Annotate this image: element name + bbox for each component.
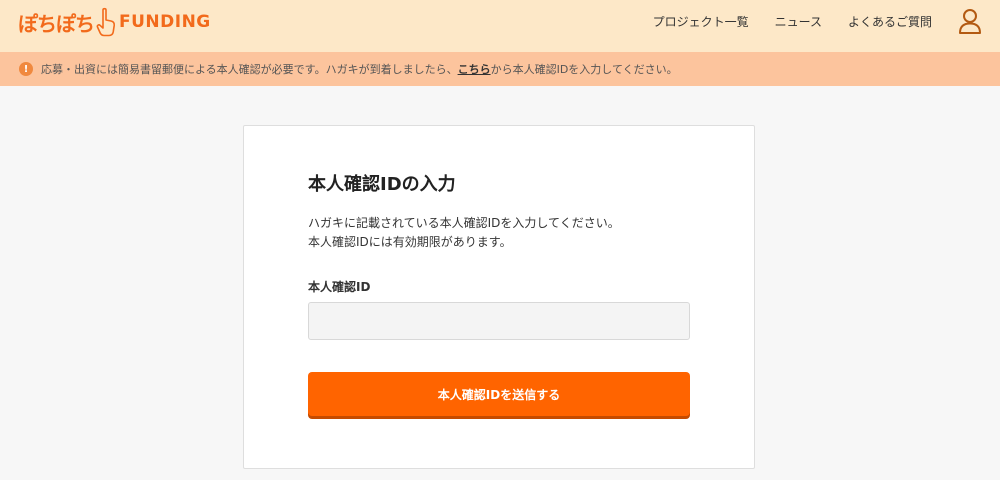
description-line-2: 本人確認IDには有効期限があります。	[308, 235, 512, 249]
page-title: 本人確認IDの入力	[308, 174, 456, 195]
info-icon: !	[19, 62, 33, 76]
verification-notice: ! 応募・出資には簡易書留郵便による本人確認が必要です。ハガキが到着しましたら、…	[0, 52, 1000, 86]
user-icon[interactable]	[958, 8, 982, 34]
description-line-1: ハガキに記載されている本人確認IDを入力してください。	[308, 216, 620, 230]
logo-text-en: FUNDING	[119, 12, 211, 32]
verification-card: 本人確認IDの入力 ハガキに記載されている本人確認IDを入力してください。 本人…	[243, 125, 755, 469]
site-logo[interactable]: ぽちぽち FUNDING	[18, 6, 211, 38]
form-description: ハガキに記載されている本人確認IDを入力してください。 本人確認IDには有効期限…	[308, 214, 620, 252]
verification-id-label: 本人確認ID	[308, 280, 371, 294]
main-nav: プロジェクト一覧 ニュース よくあるご質問	[627, 0, 982, 42]
nav-project-list[interactable]: プロジェクト一覧	[653, 13, 749, 30]
nav-news[interactable]: ニュース	[775, 13, 822, 30]
notice-text-before: 応募・出資には簡易書留郵便による本人確認が必要です。ハガキが到着しましたら、	[41, 63, 458, 76]
submit-verification-button[interactable]: 本人確認IDを送信する	[308, 372, 690, 416]
pointing-hand-icon	[96, 7, 116, 37]
notice-here-link[interactable]: こちら	[458, 63, 491, 76]
notice-text: 応募・出資には簡易書留郵便による本人確認が必要です。ハガキが到着しましたら、こち…	[41, 61, 678, 77]
logo-text-jp: ぽちぽち	[18, 11, 95, 36]
site-header: ぽちぽち FUNDING プロジェクト一覧 ニュース よくあるご質問	[0, 0, 1000, 52]
notice-text-after: から本人確認IDを入力してください。	[490, 63, 678, 76]
verification-id-input[interactable]	[308, 302, 690, 340]
nav-faq[interactable]: よくあるご質問	[848, 13, 932, 30]
